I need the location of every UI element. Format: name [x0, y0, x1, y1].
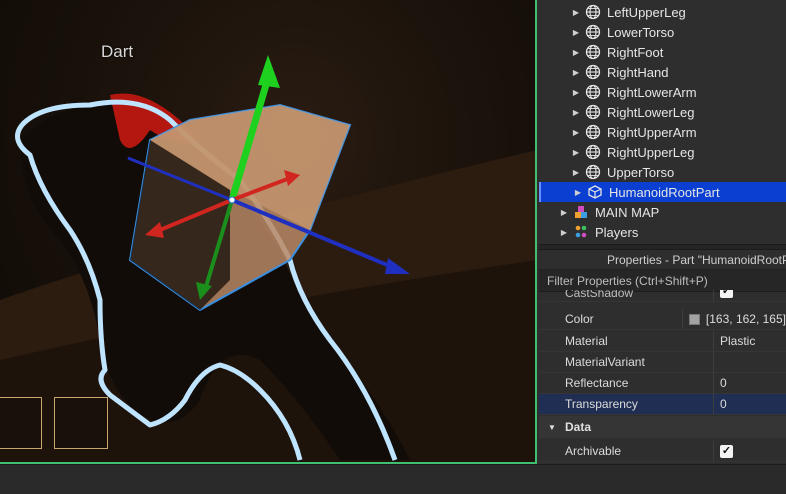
prop-row-archivable[interactable]: Archivable ✓ — [539, 441, 786, 462]
prop-row-materialvariant[interactable]: MaterialVariant — [539, 352, 786, 373]
explorer-item-humanoidrootpart[interactable]: ▶ HumanoidRootPart — [539, 182, 786, 202]
prop-name: Material — [539, 331, 714, 351]
castshadow-checkbox[interactable]: ✓ — [720, 290, 733, 298]
prop-name: Reflectance — [539, 373, 714, 393]
properties-filter-input[interactable]: Filter Properties (Ctrl+Shift+P) — [539, 270, 786, 292]
explorer-item-label: LowerTorso — [607, 24, 675, 40]
chevron-right-icon[interactable]: ▶ — [571, 48, 581, 57]
explorer-item-main-map[interactable]: ▶ MAIN MAP — [539, 202, 786, 222]
mesh-part-icon — [585, 64, 601, 80]
properties-title: Properties - Part "HumanoidRootPart" — [539, 250, 786, 270]
prop-name: Color — [539, 309, 683, 329]
section-label: Data — [565, 420, 592, 434]
chevron-down-icon: ▼ — [548, 422, 556, 432]
mesh-part-icon — [585, 164, 601, 180]
bottom-status-bar — [0, 464, 786, 494]
chevron-right-icon[interactable]: ▶ — [571, 128, 581, 137]
prop-row-color[interactable]: Color [163, 162, 165] — [539, 309, 786, 330]
explorer-item-label: RightHand — [607, 64, 669, 80]
scene-render — [0, 55, 535, 462]
prop-row-castshadow[interactable]: CastShadow ✓ — [539, 290, 786, 302]
mesh-part-icon — [585, 144, 601, 160]
mesh-part-icon — [585, 84, 601, 100]
hotbar-slot-2[interactable] — [54, 397, 108, 449]
3d-viewport[interactable]: Dart — [0, 0, 537, 464]
chevron-right-icon[interactable]: ▶ — [571, 88, 581, 97]
explorer-item-label: LeftUpperLeg — [607, 4, 686, 20]
color-swatch[interactable] — [688, 313, 700, 325]
explorer-item-label: Players — [595, 224, 639, 240]
chevron-right-icon[interactable]: ▶ — [571, 148, 581, 157]
explorer-item-rightlowerarm[interactable]: ▶ RightLowerArm — [539, 82, 786, 102]
explorer-item-label: RightUpperLeg — [607, 144, 695, 160]
hotbar-slot-1[interactable] — [0, 397, 42, 449]
explorer-item-rightupperarm[interactable]: ▶ RightUpperArm — [539, 122, 786, 142]
explorer-item-leftupperleg[interactable]: ▶ LeftUpperLeg — [539, 2, 786, 22]
prop-name: Transparency — [539, 394, 714, 414]
player-nameplate: Dart — [101, 42, 134, 61]
explorer-item-rightlowerleg[interactable]: ▶ RightLowerLeg — [539, 102, 786, 122]
mesh-part-icon — [585, 104, 601, 120]
prop-name: CastShadow — [539, 290, 714, 301]
players-icon — [573, 224, 589, 240]
prop-name: Archivable — [539, 441, 714, 461]
material-value[interactable]: Plastic — [714, 334, 755, 348]
chevron-right-icon[interactable]: ▶ — [571, 108, 581, 117]
part-icon — [587, 184, 603, 200]
transparency-value[interactable]: 0 — [714, 397, 727, 411]
chevron-right-icon[interactable]: ▶ — [573, 188, 583, 197]
section-data[interactable]: ▼ Data — [539, 416, 786, 438]
explorer-item-rightfoot[interactable]: ▶ RightFoot — [539, 42, 786, 62]
prop-row-material[interactable]: Material Plastic — [539, 331, 786, 352]
prop-row-reflectance[interactable]: Reflectance 0 — [539, 373, 786, 394]
mesh-part-icon — [585, 44, 601, 60]
chevron-right-icon[interactable]: ▶ — [571, 28, 581, 37]
chevron-right-icon[interactable]: ▶ — [559, 228, 569, 237]
chevron-right-icon[interactable]: ▶ — [571, 68, 581, 77]
archivable-checkbox[interactable]: ✓ — [720, 444, 733, 458]
explorer-item-label: RightLowerLeg — [607, 104, 695, 120]
explorer-item-label: UpperTorso — [607, 164, 675, 180]
explorer-item-uppertorso[interactable]: ▶ UpperTorso — [539, 162, 786, 182]
chevron-right-icon[interactable]: ▶ — [559, 208, 569, 217]
explorer-item-players[interactable]: ▶ Players — [539, 222, 786, 242]
chevron-right-icon[interactable]: ▶ — [571, 8, 581, 17]
explorer-item-label: RightFoot — [607, 44, 664, 60]
explorer-item-rightupperleg[interactable]: ▶ RightUpperLeg — [539, 142, 786, 162]
color-value[interactable]: [163, 162, 165] — [706, 312, 786, 326]
explorer-item-label: MAIN MAP — [595, 204, 660, 220]
prop-row-transparency[interactable]: Transparency 0 — [539, 394, 786, 415]
chevron-right-icon[interactable]: ▶ — [571, 168, 581, 177]
model-icon — [573, 204, 589, 220]
prop-name: MaterialVariant — [539, 352, 714, 372]
explorer-item-lowertorso[interactable]: ▶ LowerTorso — [539, 22, 786, 42]
explorer-item-righthand[interactable]: ▶ RightHand — [539, 62, 786, 82]
explorer-panel: ▶ LeftUpperLeg ▶ LowerTorso ▶ RightFoot ▶ Right… — [539, 0, 786, 244]
mesh-part-icon — [585, 4, 601, 20]
explorer-item-label: RightLowerArm — [607, 84, 697, 100]
mesh-part-icon — [585, 24, 601, 40]
mesh-part-icon — [585, 124, 601, 140]
explorer-item-label: HumanoidRootPart — [609, 184, 720, 200]
explorer-item-label: RightUpperArm — [607, 124, 697, 140]
properties-panel: Properties - Part "HumanoidRootPart" Fil… — [539, 250, 786, 464]
reflectance-value[interactable]: 0 — [714, 376, 727, 390]
